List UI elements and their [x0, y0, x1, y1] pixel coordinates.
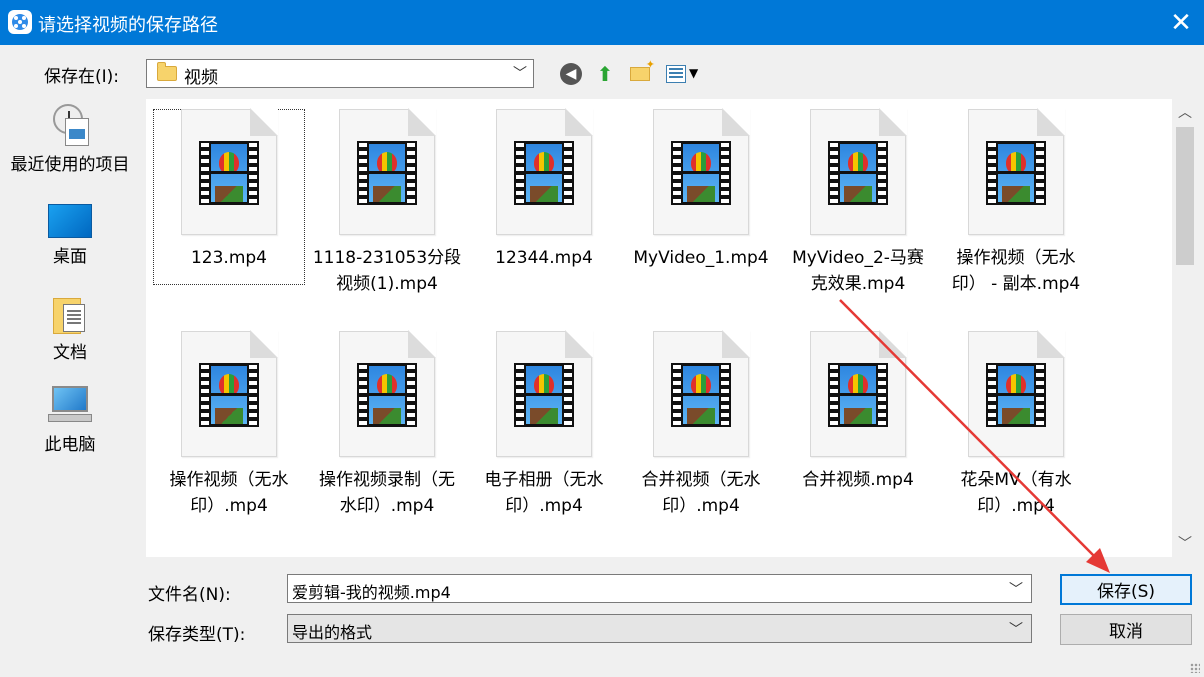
file-name: 花朵MV（有水 印）.mp4 [960, 470, 1072, 516]
place-recent-items[interactable]: 最近使用的项目 [0, 104, 140, 175]
file-item[interactable]: 操作视频（无水 印）.mp4 [153, 330, 305, 519]
file-item[interactable]: 花朵MV（有水 印）.mp4 [940, 330, 1092, 519]
new-folder-button[interactable] [628, 58, 655, 86]
video-file-icon [339, 330, 436, 457]
file-item[interactable]: 合并视频（无水 印）.mp4 [625, 330, 777, 519]
place-desktop[interactable]: 桌面 [0, 204, 140, 267]
resize-grip-icon[interactable] [1190, 663, 1200, 673]
place-this-pc[interactable]: 此电脑 [0, 386, 140, 455]
scrollbar-thumb[interactable] [1176, 127, 1194, 265]
view-menu-button[interactable] [664, 62, 688, 86]
up-folder-icon: ⬆ [596, 62, 614, 86]
file-item[interactable]: 合并视频.mp4 [782, 330, 934, 493]
video-file-icon [181, 330, 278, 457]
video-file-icon [653, 108, 750, 235]
video-file-icon [968, 330, 1065, 457]
cancel-button[interactable]: 取消 [1060, 614, 1192, 645]
title-bar: 请选择视频的保存路径 ✕ [0, 0, 1204, 45]
place-label: 此电脑 [44, 435, 96, 455]
location-value: 视频 [184, 68, 218, 88]
save-button[interactable]: 保存(S) [1060, 574, 1192, 605]
documents-icon [53, 294, 87, 334]
new-folder-icon [630, 58, 655, 81]
filetype-dropdown[interactable]: 导出的格式 ﹀ [287, 614, 1032, 643]
this-pc-icon [48, 386, 92, 426]
file-name: 合并视频.mp4 [802, 470, 914, 490]
file-name: 电子相册（无水 印）.mp4 [484, 470, 604, 516]
file-name: 操作视频录制（无 水印）.mp4 [319, 470, 455, 516]
location-dropdown[interactable]: 视频 ﹀ [146, 59, 534, 88]
file-item[interactable]: 1118-231053分段 视频(1).mp4 [311, 108, 463, 297]
video-file-icon [181, 108, 278, 235]
file-item[interactable]: 12344.mp4 [468, 108, 620, 271]
file-item[interactable]: 操作视频录制（无 水印）.mp4 [311, 330, 463, 519]
recent-items-icon [49, 104, 91, 146]
filename-label: 文件名(N): [148, 585, 231, 605]
file-item[interactable]: 操作视频（无水 印） - 副本.mp4 [940, 108, 1092, 297]
file-item[interactable]: 123.mp4 [153, 108, 305, 285]
up-folder-button[interactable]: ⬆ [593, 62, 617, 86]
file-name: 1118-231053分段 视频(1).mp4 [312, 248, 462, 294]
file-name: MyVideo_1.mp4 [633, 248, 769, 268]
places-bar: 最近使用的项目 桌面 文档 此电脑 [0, 96, 140, 670]
video-file-icon [339, 108, 436, 235]
back-icon: ◀ [560, 63, 582, 85]
chevron-down-icon[interactable]: ﹀ [1009, 579, 1023, 599]
close-button[interactable]: ✕ [1158, 0, 1204, 45]
app-icon [8, 10, 32, 34]
folder-icon [157, 62, 177, 81]
file-name: 操作视频（无水 印）.mp4 [169, 470, 289, 516]
dialog-title: 请选择视频的保存路径 [38, 15, 218, 36]
filetype-value: 导出的格式 [292, 623, 373, 642]
video-file-icon [810, 108, 907, 235]
chevron-down-icon: ﹀ [1009, 622, 1023, 638]
place-label: 最近使用的项目 [10, 155, 130, 175]
save-in-label: 保存在(I): [44, 67, 120, 87]
view-dropdown-arrow-icon[interactable]: ▼ [689, 66, 698, 80]
file-item[interactable]: MyVideo_1.mp4 [625, 108, 777, 271]
place-documents[interactable]: 文档 [0, 294, 140, 363]
video-file-icon [810, 330, 907, 457]
scroll-up-icon[interactable]: ︿ [1172, 99, 1198, 125]
file-item[interactable]: 电子相册（无水 印）.mp4 [468, 330, 620, 519]
video-file-icon [496, 330, 593, 457]
back-button[interactable]: ◀ [559, 62, 583, 86]
filetype-label: 保存类型(T): [148, 625, 246, 645]
video-file-icon [968, 108, 1065, 235]
file-list[interactable]: 123.mp4 1118-231053分段 视频(1).mp4 12344.mp4 M… [146, 99, 1172, 557]
place-label: 桌面 [53, 247, 87, 267]
file-name: MyVideo_2-马赛 克效果.mp4 [792, 248, 924, 294]
chevron-down-icon: ﹀ [513, 66, 527, 82]
file-name: 123.mp4 [190, 248, 268, 268]
file-name: 合并视频（无水 印）.mp4 [641, 470, 761, 516]
view-menu-icon [666, 65, 686, 83]
file-item[interactable]: MyVideo_2-马赛 克效果.mp4 [782, 108, 934, 297]
video-file-icon [496, 108, 593, 235]
scroll-down-icon[interactable]: ﹀ [1172, 531, 1198, 557]
file-name: 操作视频（无水 印） - 副本.mp4 [951, 248, 1081, 294]
desktop-icon [48, 204, 92, 238]
filename-value: 爱剪辑-我的视频.mp4 [292, 583, 451, 602]
video-file-icon [653, 330, 750, 457]
vertical-scrollbar[interactable]: ︿ ﹀ [1172, 99, 1198, 557]
filename-input[interactable]: 爱剪辑-我的视频.mp4 ﹀ [287, 574, 1032, 603]
file-name: 12344.mp4 [495, 248, 593, 268]
place-label: 文档 [53, 343, 87, 363]
